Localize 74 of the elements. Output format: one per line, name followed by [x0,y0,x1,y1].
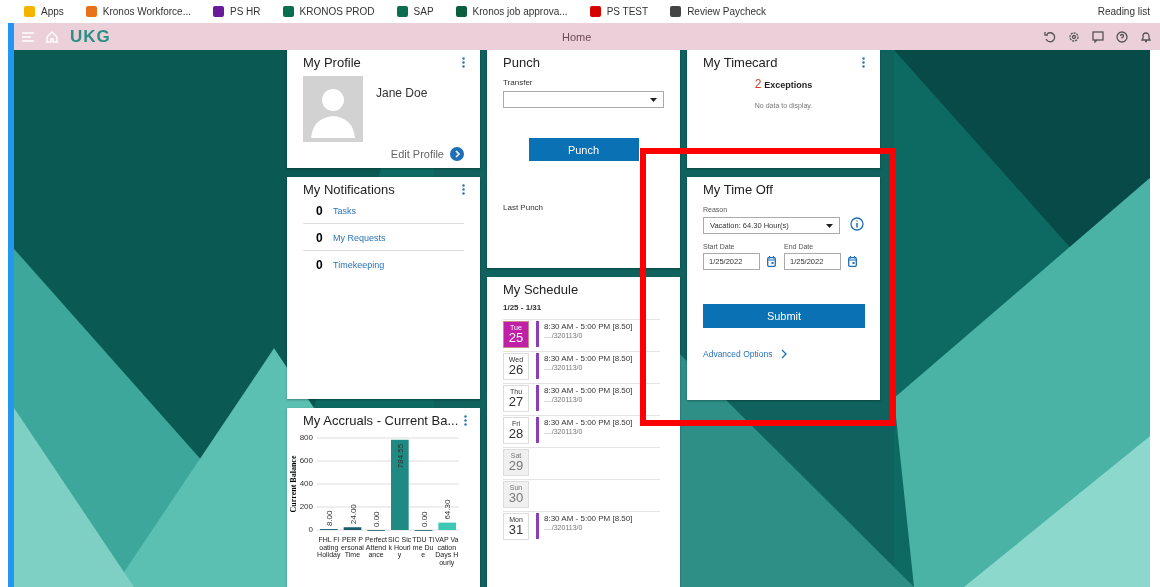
card-title: My Profile [303,55,361,70]
card-title: My Time Off [703,182,773,197]
bookmark-link[interactable]: KRONOS PROD [299,6,375,17]
card-title: My Schedule [503,282,579,297]
advanced-options-link[interactable]: Advanced Options [703,349,773,359]
shift-time[interactable]: 8:30 AM - 5:00 PM [8.50] [544,386,633,396]
value-label: 0.00 [419,511,429,527]
card-title: Punch [503,55,540,70]
avatar-silhouette [303,76,363,142]
value-label: 0.00 [372,511,382,527]
edit-profile-link[interactable]: Edit Profile [390,148,444,160]
refresh-icon[interactable] [1044,30,1056,43]
value-label: 24.00 [348,504,358,525]
value-label: 8.00 [324,510,334,527]
bar [438,522,456,530]
help-icon[interactable] [1116,30,1128,43]
exceptions-label[interactable]: Exceptions [764,80,813,90]
shift-time[interactable]: 8:30 AM - 5:00 PM [8.50] [544,514,633,524]
shift-marker [536,513,539,539]
y-axis-title: Current Balance [289,455,298,513]
last-punch-label: Last Punch [503,203,545,212]
tick-label: 800 [299,433,313,442]
chat-icon[interactable] [1092,30,1104,43]
chevron-icon[interactable] [450,147,464,161]
bar [343,527,362,530]
more-icon[interactable] [464,415,467,426]
more-icon[interactable] [462,57,465,68]
more-icon[interactable] [462,184,465,195]
dropdown-caret-icon [826,223,833,228]
bookmark-link[interactable]: Review Paycheck [687,6,767,17]
tick-label: 400 [299,479,313,488]
tick-label: 600 [299,456,313,465]
info-icon[interactable] [850,216,864,231]
shift-marker [536,321,539,347]
bookmark-link[interactable]: Apps [41,6,64,17]
tick-label: 0 [308,525,313,534]
shift-marker [536,417,539,443]
exception-count[interactable]: 2 [754,77,762,91]
shift-marker [536,353,539,379]
shift-time[interactable]: 8:30 AM - 5:00 PM [8.50] [544,322,633,332]
reading-list-button[interactable]: Reading list [1097,6,1150,17]
page-title: Home [562,30,593,43]
bookmark-link[interactable]: PS TEST [606,6,649,17]
count: 0 [316,258,324,272]
user-name: Jane Doe [376,86,428,102]
notification-link[interactable]: Tasks [333,206,356,216]
calendar-icon[interactable] [848,256,857,267]
tick-label: 200 [299,502,313,511]
punch-button[interactable]: Punch [528,138,639,161]
notification-link[interactable]: My Requests [333,233,386,243]
more-icon[interactable] [862,57,865,68]
chevron-right-icon[interactable] [781,349,788,359]
bookmark-link[interactable]: SAP [413,6,434,17]
value-label: 64.30 [443,499,453,520]
card-title: My Notifications [303,182,395,197]
shift-marker [536,385,539,411]
bookmark-link[interactable]: PS HR [230,6,261,17]
card-title: My Timecard [703,55,778,70]
count: 0 [316,204,324,218]
shift-time[interactable]: 8:30 AM - 5:00 PM [8.50] [544,354,633,364]
dropdown-caret-icon [650,97,657,102]
card-title: My Accruals - Current Ba... [303,413,459,428]
settings-icon[interactable] [1068,30,1080,43]
notification-link[interactable]: Timekeeping [333,260,385,270]
shift-time[interactable]: 8:30 AM - 5:00 PM [8.50] [544,418,633,428]
value-label: 784.55 [395,443,405,469]
notification-icon[interactable] [1140,30,1152,43]
submit-button[interactable]: Submit [703,304,865,328]
count: 0 [316,231,324,245]
bookmark-link[interactable]: Kronos Workforce... [102,6,191,17]
field-label: Transfer [503,78,534,87]
bookmark-link[interactable]: Kronos job approva... [472,6,568,17]
calendar-icon[interactable] [767,256,776,267]
date-range: 1/25 - 1/31 [503,303,543,312]
